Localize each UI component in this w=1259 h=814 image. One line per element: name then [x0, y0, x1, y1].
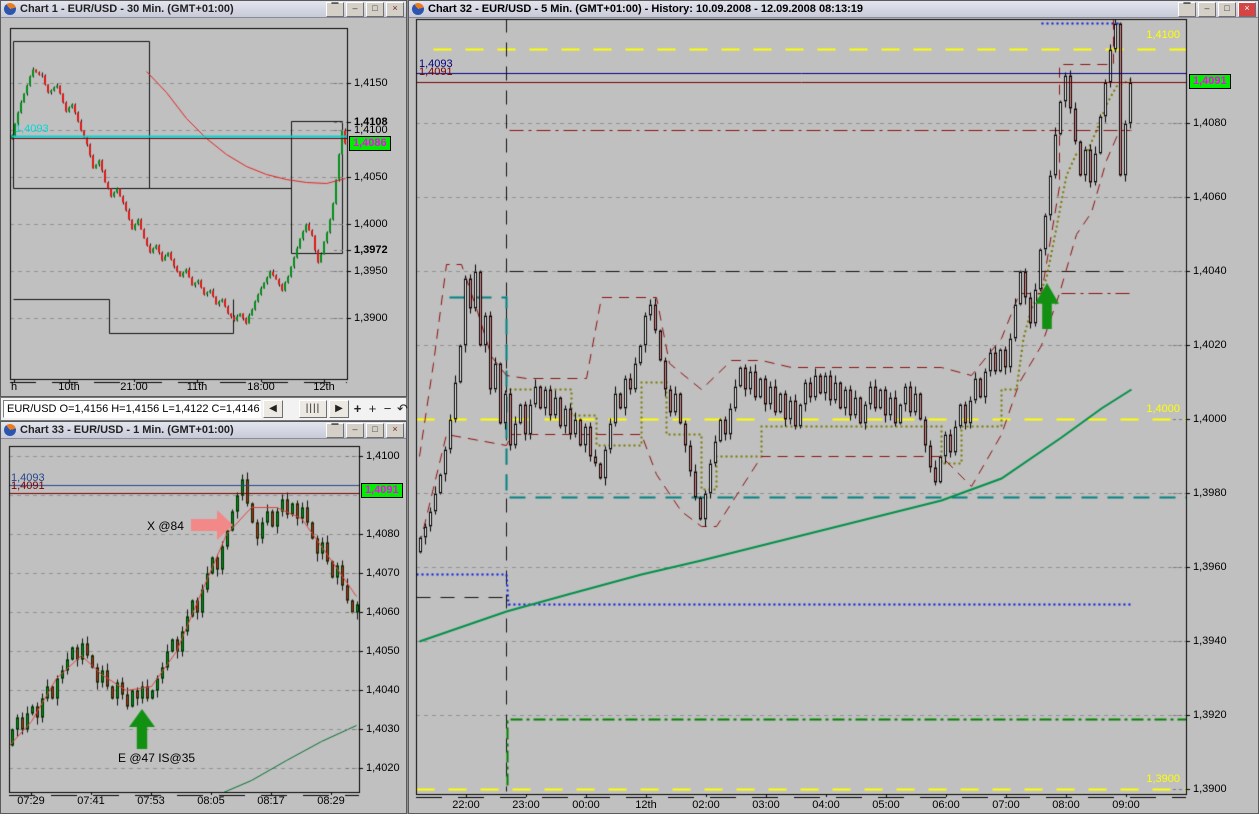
time-axis-label: 12th: [635, 799, 657, 811]
price-axis-label: 1,3950: [354, 264, 388, 277]
time-axis-label: 23:00: [512, 799, 540, 811]
time-axis-label: 21:00: [120, 381, 148, 393]
red-level-label: 1,4091: [11, 480, 45, 492]
price-axis-label: 1,4100: [354, 123, 388, 136]
price-axis-label: 1,3940: [1193, 634, 1227, 647]
price-axis-label: 1,4150: [354, 76, 388, 89]
bar-spacing-button[interactable]: ||||: [299, 400, 327, 418]
exit-annotation: X @84: [147, 519, 184, 533]
price-axis-label: 1,4000: [354, 217, 388, 230]
price-axis-label: 1,4040: [1193, 264, 1227, 277]
shade-button[interactable]: ▔: [326, 422, 344, 438]
time-axis-label: 08:29: [317, 795, 345, 807]
price-axis-label: 1,4100: [366, 449, 400, 462]
price-axis-label: 1,4060: [1193, 190, 1227, 203]
price-axis-label: 1,3900: [1193, 782, 1227, 795]
minimize-button[interactable]: –: [1198, 1, 1216, 17]
price-axis-label: 1,3960: [1193, 560, 1227, 573]
cyan-level-label: 1,4093: [15, 123, 49, 135]
price-axis-label: 1,4080: [366, 527, 400, 540]
shade-button[interactable]: ▔: [1178, 1, 1196, 17]
time-axis-label: 07:00: [992, 799, 1020, 811]
time-axis-label: 18:00: [247, 381, 275, 393]
close-button[interactable]: ×: [1238, 1, 1256, 17]
time-axis-label: 00:00: [572, 799, 600, 811]
time-axis-label: 02:00: [692, 799, 720, 811]
time-axis-label: 08:00: [1052, 799, 1080, 811]
chart-toolbar: EUR/USD O=1,4156 H=1,4156 L=1,4122 C=1,4…: [0, 397, 408, 421]
window-title: Chart 1 - EUR/USD - 30 Min. (GMT+01:00): [20, 3, 234, 15]
red-level-label: 1,4091: [419, 66, 453, 78]
time-axis-label: 07:53: [137, 795, 165, 807]
window-chart33: Chart 33 - EUR/USD - 1 Min. (GMT+01:00) …: [0, 421, 407, 814]
time-axis-label: 03:00: [752, 799, 780, 811]
price-axis-label: 1,4030: [366, 722, 400, 735]
window-title: Chart 32 - EUR/USD - 5 Min. (GMT+01:00) …: [428, 3, 863, 15]
app-icon: [4, 424, 16, 436]
time-axis-label: 12th: [313, 381, 335, 393]
zoom-out-icon[interactable]: −: [381, 400, 394, 418]
time-axis-label: 05:00: [872, 799, 900, 811]
mdi-workspace: Chart 1 - EUR/USD - 30 Min. (GMT+01:00) …: [0, 0, 1259, 814]
price-axis-label: 1,4000: [1193, 412, 1227, 425]
price-axis-label: 1,4060: [366, 605, 400, 618]
current-price-badge: 1,4086: [349, 136, 391, 151]
titlebar-chart33[interactable]: Chart 33 - EUR/USD - 1 Min. (GMT+01:00) …: [1, 422, 406, 439]
app-icon: [412, 3, 424, 15]
time-axis-label: 08:05: [197, 795, 225, 807]
price-axis-label: 1,3920: [1193, 708, 1227, 721]
pan-icon[interactable]: +: [351, 400, 364, 418]
window-chart1: Chart 1 - EUR/USD - 30 Min. (GMT+01:00) …: [0, 0, 407, 397]
shade-button[interactable]: ▔: [326, 1, 344, 17]
titlebar-chart32[interactable]: Chart 32 - EUR/USD - 5 Min. (GMT+01:00) …: [409, 1, 1258, 18]
scroll-right-button[interactable]: ▶: [329, 400, 349, 418]
time-axis-label: 07:29: [17, 795, 45, 807]
price-axis-label: 1,3900: [354, 311, 388, 324]
chart32-plot-canvas[interactable]: [409, 1, 1258, 813]
time-axis-label: 07:41: [77, 795, 105, 807]
time-axis-label: 22:00: [452, 799, 480, 811]
scroll-left-button[interactable]: ◀: [263, 400, 283, 418]
yellow-mid-label: 1,4000: [1146, 403, 1180, 415]
current-price-badge: 1,4091: [1189, 74, 1231, 89]
price-axis-label: 1,4020: [1193, 338, 1227, 351]
time-axis-label: 09:00: [1112, 799, 1140, 811]
time-axis-label: 06:00: [932, 799, 960, 811]
minimize-button[interactable]: –: [346, 1, 364, 17]
maximize-button[interactable]: □: [366, 422, 384, 438]
time-axis-label: 11th: [186, 381, 208, 393]
price-axis-label: 1,4080: [1193, 116, 1227, 129]
close-button[interactable]: ×: [386, 1, 404, 17]
maximize-button[interactable]: □: [1218, 1, 1236, 17]
minimize-button[interactable]: –: [346, 422, 364, 438]
price-axis-label: 1,3972: [354, 243, 388, 256]
time-axis-label: 10th: [58, 381, 80, 393]
window-chart32: Chart 32 - EUR/USD - 5 Min. (GMT+01:00) …: [408, 0, 1259, 814]
ohlc-readout: EUR/USD O=1,4156 H=1,4156 L=1,4122 C=1,4…: [3, 400, 261, 418]
time-axis-label: 04:00: [812, 799, 840, 811]
chart33-plot-canvas[interactable]: [1, 422, 406, 813]
current-price-badge: 1,4091: [361, 483, 403, 498]
titlebar-chart1[interactable]: Chart 1 - EUR/USD - 30 Min. (GMT+01:00) …: [1, 1, 406, 18]
maximize-button[interactable]: □: [366, 1, 384, 17]
time-axis-label: 08:17: [257, 795, 285, 807]
chart1-plot-canvas[interactable]: [1, 1, 406, 396]
price-axis-label: 1,4070: [366, 566, 400, 579]
price-axis-label: 1,4050: [354, 170, 388, 183]
app-icon: [4, 3, 16, 15]
zoom-in-icon[interactable]: +: [366, 400, 379, 418]
price-axis-label: 1,4020: [366, 761, 400, 774]
yellow-high-label: 1,4100: [1146, 29, 1180, 41]
price-axis-label: 1,4040: [366, 683, 400, 696]
close-button[interactable]: ×: [386, 422, 404, 438]
price-axis-label: 1,4050: [366, 644, 400, 657]
entry-annotation: E @47 IS@35: [118, 751, 196, 765]
window-title: Chart 33 - EUR/USD - 1 Min. (GMT+01:00): [20, 424, 234, 436]
yellow-low-label: 1,3900: [1146, 773, 1180, 785]
time-axis-label: h: [10, 381, 18, 393]
price-axis-label: 1,3980: [1193, 486, 1227, 499]
